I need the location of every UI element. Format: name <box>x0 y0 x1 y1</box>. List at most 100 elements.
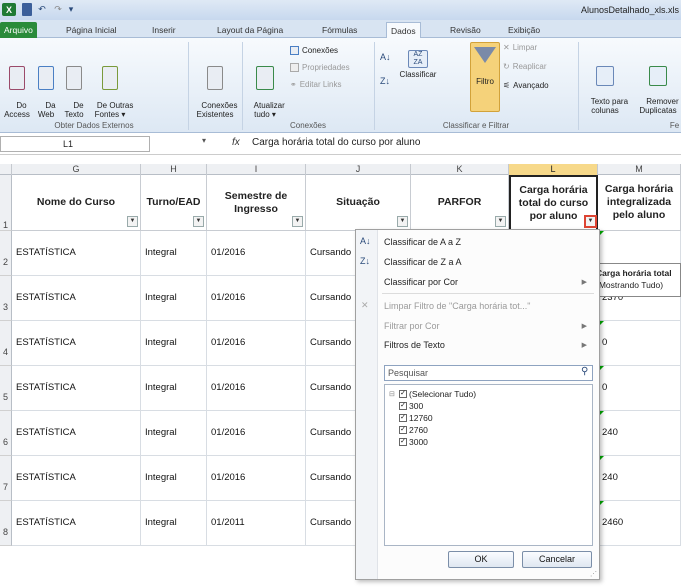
table-cell[interactable]: ESTATÍSTICA <box>12 366 141 411</box>
refresh-all-button[interactable]: Atualizar tudo ▾ <box>244 48 286 128</box>
filter-dropdown-shift[interactable]: ▼ <box>193 216 204 227</box>
table-cell[interactable]: 01/2016 <box>207 276 306 321</box>
table-cell[interactable]: ESTATÍSTICA <box>12 231 141 276</box>
row-header[interactable]: 2 <box>0 231 12 276</box>
text-to-columns-button[interactable]: Texto para colunas <box>580 48 630 124</box>
table-cell[interactable]: ESTATÍSTICA <box>12 456 141 501</box>
header-cell-status[interactable]: Situação <box>306 175 411 231</box>
tab-revisao[interactable]: Revisão <box>446 22 485 38</box>
edit-links-button[interactable]: ⚭ Editar Links <box>290 80 342 89</box>
row-header[interactable]: 5 <box>0 366 12 411</box>
table-cell[interactable]: ESTATÍSTICA <box>12 411 141 456</box>
filter-dropdown-total-hours[interactable]: ▼ <box>584 215 597 228</box>
clear-button[interactable]: ✕ Limpar <box>503 43 537 52</box>
table-cell[interactable]: Integral <box>141 456 207 501</box>
menu-item-text-filters[interactable]: Filtros de Texto <box>384 340 445 350</box>
table-cell[interactable]: 01/2016 <box>207 411 306 456</box>
menu-item-filter-by-color[interactable]: Filtrar por Cor <box>384 321 440 331</box>
table-cell[interactable]: 0 <box>598 366 681 411</box>
from-access-button[interactable]: Do Access <box>2 48 32 128</box>
row-header[interactable]: 3 <box>0 276 12 321</box>
from-other-sources-button[interactable]: De Outras Fontes ▾ <box>88 48 133 128</box>
column-header-h[interactable]: H <box>141 164 207 175</box>
sort-az-button[interactable]: A↓ <box>380 52 391 62</box>
sort-button[interactable]: AZ ZA Classificar <box>398 50 438 79</box>
menu-item-sort-by-color[interactable]: Classificar por Cor <box>384 277 458 287</box>
table-cell[interactable]: 01/2016 <box>207 456 306 501</box>
tab-pagina-inicial[interactable]: Página Inicial <box>62 22 121 38</box>
table-cell[interactable]: Integral <box>141 501 207 546</box>
filter-button[interactable]: Filtro <box>470 42 500 112</box>
cancel-button[interactable]: Cancelar <box>522 551 592 568</box>
row-header[interactable]: 8 <box>0 501 12 546</box>
existing-connections-button[interactable]: Conexões Existentes <box>190 48 240 128</box>
filter-value-select-all[interactable]: ⊟ ✓ (Selecionar Tudo) <box>389 389 476 399</box>
remove-duplicates-button[interactable]: Remover Duplicatas <box>632 48 681 124</box>
row-header[interactable]: 6 <box>0 411 12 456</box>
filter-dropdown-parfor[interactable]: ▼ <box>495 216 506 227</box>
filter-dropdown-status[interactable]: ▼ <box>397 216 408 227</box>
connections-button[interactable]: Conexões <box>290 46 338 55</box>
column-header-j[interactable]: J <box>306 164 411 175</box>
filter-value-3000[interactable]: ✓ 3000 <box>399 437 428 447</box>
row-header[interactable]: 1 <box>0 175 12 231</box>
menu-item-sort-az[interactable]: Classificar de A a Z <box>384 237 461 247</box>
properties-button[interactable]: Propriedades <box>290 63 350 72</box>
table-cell[interactable]: Integral <box>141 276 207 321</box>
table-cell[interactable]: ESTATÍSTICA <box>12 501 141 546</box>
column-header-m[interactable]: M <box>598 164 681 175</box>
tab-inserir[interactable]: Inserir <box>148 22 180 38</box>
sort-za-button[interactable]: Z↓ <box>380 76 390 86</box>
ok-button[interactable]: OK <box>448 551 514 568</box>
name-box-dropdown-icon[interactable]: ▾ <box>202 136 206 145</box>
column-header-k[interactable]: K <box>411 164 509 175</box>
select-all-corner[interactable] <box>0 164 12 175</box>
table-cell[interactable]: 01/2016 <box>207 231 306 276</box>
row-header[interactable]: 7 <box>0 456 12 501</box>
insert-function-button[interactable]: fx <box>232 137 240 148</box>
table-cell[interactable]: 240 <box>598 411 681 456</box>
filter-value-12760[interactable]: ✓ 12760 <box>399 413 433 423</box>
filter-search-input[interactable]: Pesquisar <box>384 365 593 381</box>
column-header-g[interactable]: G <box>12 164 141 175</box>
from-web-button[interactable]: Da Web <box>34 48 58 128</box>
header-cell-integrated-hours[interactable]: Carga horária integralizada pelo aluno <box>598 175 681 231</box>
column-header-l[interactable]: L <box>509 164 598 175</box>
from-text-button[interactable]: De Texto <box>62 48 86 128</box>
menu-item-sort-za[interactable]: Classificar de Z a A <box>384 257 462 267</box>
filter-dropdown-course[interactable]: ▼ <box>127 216 138 227</box>
customize-qat-icon[interactable]: ▾ <box>66 3 76 16</box>
save-icon[interactable] <box>22 3 32 16</box>
table-cell[interactable]: 2460 <box>598 501 681 546</box>
undo-icon[interactable]: ↶ <box>36 3 48 16</box>
formula-input[interactable]: Carga horária total do curso por aluno <box>252 137 420 148</box>
tab-exibicao[interactable]: Exibição <box>504 22 544 38</box>
table-cell[interactable]: Integral <box>141 321 207 366</box>
tab-dados[interactable]: Dados <box>386 22 421 39</box>
tab-layout[interactable]: Layout da Página <box>213 22 287 38</box>
table-cell[interactable]: ESTATÍSTICA <box>12 276 141 321</box>
filter-value-2760[interactable]: ✓ 2760 <box>399 425 428 435</box>
resize-grip-icon[interactable]: ⋰ <box>590 570 597 578</box>
name-box[interactable]: L1 <box>0 136 150 152</box>
table-cell[interactable]: ESTATÍSTICA <box>12 321 141 366</box>
menu-item-clear-filter[interactable]: Limpar Filtro de "Carga horária tot..." <box>384 301 530 311</box>
filter-value-300[interactable]: ✓ 300 <box>399 401 423 411</box>
row-header[interactable]: 4 <box>0 321 12 366</box>
header-cell-course[interactable]: Nome do Curso <box>12 175 141 231</box>
table-cell[interactable]: 01/2011 <box>207 501 306 546</box>
table-cell[interactable]: 01/2016 <box>207 366 306 411</box>
reapply-button[interactable]: ↻ Reaplicar <box>503 62 547 71</box>
advanced-button[interactable]: ⚟ Avançado <box>503 81 549 90</box>
redo-icon[interactable]: ↷ <box>52 3 64 16</box>
table-cell[interactable]: Integral <box>141 411 207 456</box>
tab-arquivo[interactable]: Arquivo <box>0 22 37 38</box>
filter-dropdown-semester[interactable]: ▼ <box>292 216 303 227</box>
table-cell[interactable]: 0 <box>598 321 681 366</box>
table-cell[interactable]: 240 <box>598 456 681 501</box>
table-cell[interactable]: Integral <box>141 366 207 411</box>
table-cell[interactable]: 01/2016 <box>207 321 306 366</box>
table-cell[interactable]: Integral <box>141 231 207 276</box>
tab-formulas[interactable]: Fórmulas <box>318 22 361 38</box>
column-header-i[interactable]: I <box>207 164 306 175</box>
